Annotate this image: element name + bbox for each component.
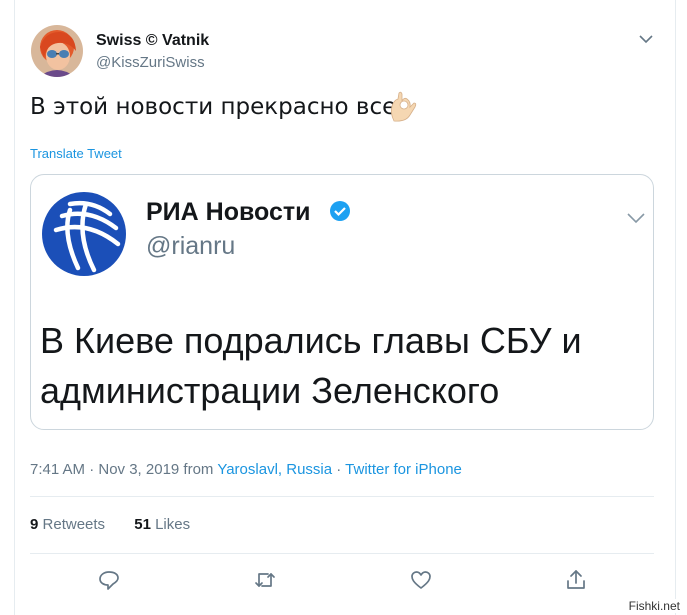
reply-icon[interactable] [97, 568, 121, 592]
likes-stat[interactable]: 51 Likes [134, 516, 190, 533]
quoted-text: В Киеве подрались главы СБУ и администра… [40, 320, 582, 411]
avatar[interactable] [31, 25, 83, 77]
divider [30, 553, 654, 554]
share-icon[interactable] [564, 568, 588, 592]
meta-separator: · [332, 461, 346, 478]
chevron-down-icon[interactable] [637, 30, 655, 48]
retweets-count: 9 [30, 516, 39, 533]
divider [30, 496, 654, 497]
likes-label: Likes [155, 516, 191, 533]
like-icon[interactable] [409, 568, 433, 592]
ria-logo [40, 190, 128, 278]
ok-hand-icon [388, 91, 418, 123]
translate-tweet-link[interactable]: Translate Tweet [30, 146, 122, 161]
likes-count: 51 [134, 516, 151, 533]
source-link[interactable]: Twitter for iPhone [345, 461, 462, 478]
tweet-stats: 9 Retweets 51 Likes [30, 516, 190, 533]
tweet-text: В этой новости прекрасно все [30, 94, 397, 120]
retweet-icon[interactable] [253, 568, 277, 592]
quoted-display-name: РИА Новости [146, 198, 311, 226]
display-name[interactable]: Swiss © Vatnik [96, 32, 209, 50]
user-handle[interactable]: @KissZuriSwiss [96, 54, 205, 71]
verified-icon [329, 200, 351, 222]
timestamp: 7:41 AM · Nov 3, 2019 from [30, 461, 218, 478]
retweets-stat[interactable]: 9 Retweets [30, 516, 105, 533]
quoted-chevron-down-icon[interactable] [625, 206, 647, 228]
retweets-label: Retweets [42, 516, 106, 533]
location-link[interactable]: Yaroslavl, Russia [217, 461, 332, 478]
tweet-meta: 7:41 AM · Nov 3, 2019 from Yaroslavl, Ru… [30, 461, 462, 478]
quoted-handle: @rianru [146, 232, 236, 260]
watermark: Fishki.net [625, 599, 683, 613]
